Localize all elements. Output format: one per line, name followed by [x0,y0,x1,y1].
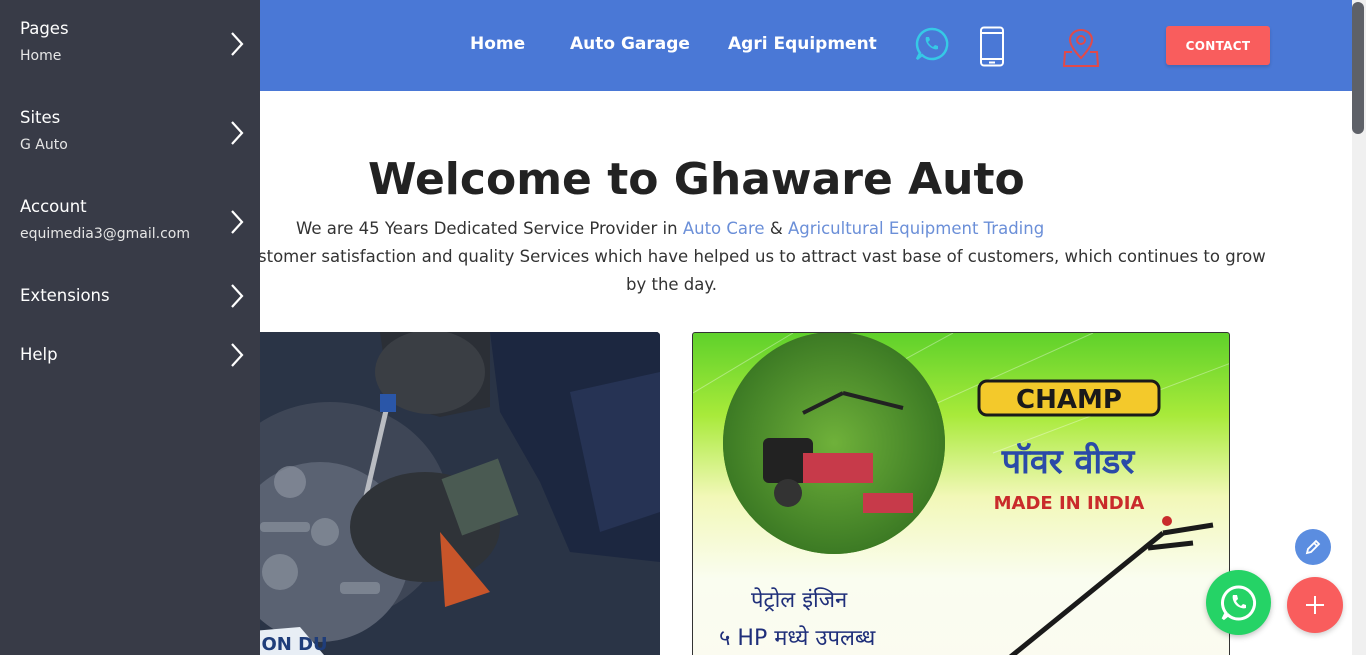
plus-icon [1306,596,1324,614]
sidebar-item-label: Account [20,197,87,216]
intro-line-1: We are 45 Years Dedicated Service Provid… [296,219,1044,238]
sidebar-item-sub: G Auto [20,137,68,153]
chevron-right-icon [231,32,244,56]
sidebar-item-sites[interactable]: Sites G Auto [0,99,260,179]
brand-text: CHAMP [1016,385,1122,415]
page-scrollbar-thumb[interactable] [1352,2,1364,134]
sidebar-item-pages[interactable]: Pages Home [0,10,260,90]
intro-line-3: by the day. [626,275,718,294]
whatsapp-chat-button[interactable] [1206,570,1271,635]
contact-button[interactable]: CONTACT [1166,26,1270,65]
whatsapp-icon[interactable] [914,26,950,62]
sidebar-item-label: Help [20,345,58,364]
add-fab-button[interactable] [1287,577,1343,633]
nav-agri-equipment[interactable]: Agri Equipment [728,34,877,54]
hp-text: ५ HP मध्ये उपलब्ध [719,625,876,651]
intro-line-2: stomer satisfaction and quality Services… [258,247,1266,266]
whatsapp-icon [1220,584,1256,620]
sidebar-item-extensions[interactable]: Extensions [0,277,260,327]
nav-auto-garage[interactable]: Auto Garage [570,34,690,54]
nav-home[interactable]: Home [470,34,525,54]
chevron-right-icon [231,121,244,145]
chevron-right-icon [231,343,244,367]
editor-sidebar: Pages Home Sites G Auto Account equimedi… [0,0,260,655]
chevron-right-icon [231,210,244,234]
auto-care-link[interactable]: Auto Care [683,219,765,238]
page: Home Auto Garage Agri Equipment CONTACT … [0,0,1366,655]
pencil-icon [1305,539,1321,555]
sidebar-item-sub: Home [20,48,62,64]
sidebar-item-label: Sites [20,108,61,127]
edit-fab-button[interactable] [1295,529,1331,565]
intro-text: We are 45 Years Dedicated Service Provid… [296,219,683,238]
location-pin-icon[interactable] [1062,26,1100,68]
made-in-india-text: MADE IN INDIA [994,493,1145,514]
sidebar-item-help[interactable]: Help [0,336,260,386]
agri-trading-link[interactable]: Agricultural Equipment Trading [788,219,1044,238]
page-title: Welcome to Ghaware Auto [368,154,1025,205]
mobile-phone-icon[interactable] [978,26,1006,68]
chevron-right-icon [231,284,244,308]
sidebar-item-label: Extensions [20,286,110,305]
sidebar-item-sub: equimedia3@gmail.com [20,226,191,242]
sidebar-item-label: Pages [20,19,69,38]
engine-text: पेट्रोल इंजिन [751,587,848,613]
sidebar-item-account[interactable]: Account equimedia3@gmail.com [0,188,260,268]
auto-care-image: C ON DU [240,332,660,655]
product-text: पॉवर वीडर [1001,441,1136,482]
amp-text: & [764,219,788,238]
agri-equipment-image: CHAMP पॉवर वीडर MADE IN INDIA पेट्रोल इं… [692,332,1230,655]
